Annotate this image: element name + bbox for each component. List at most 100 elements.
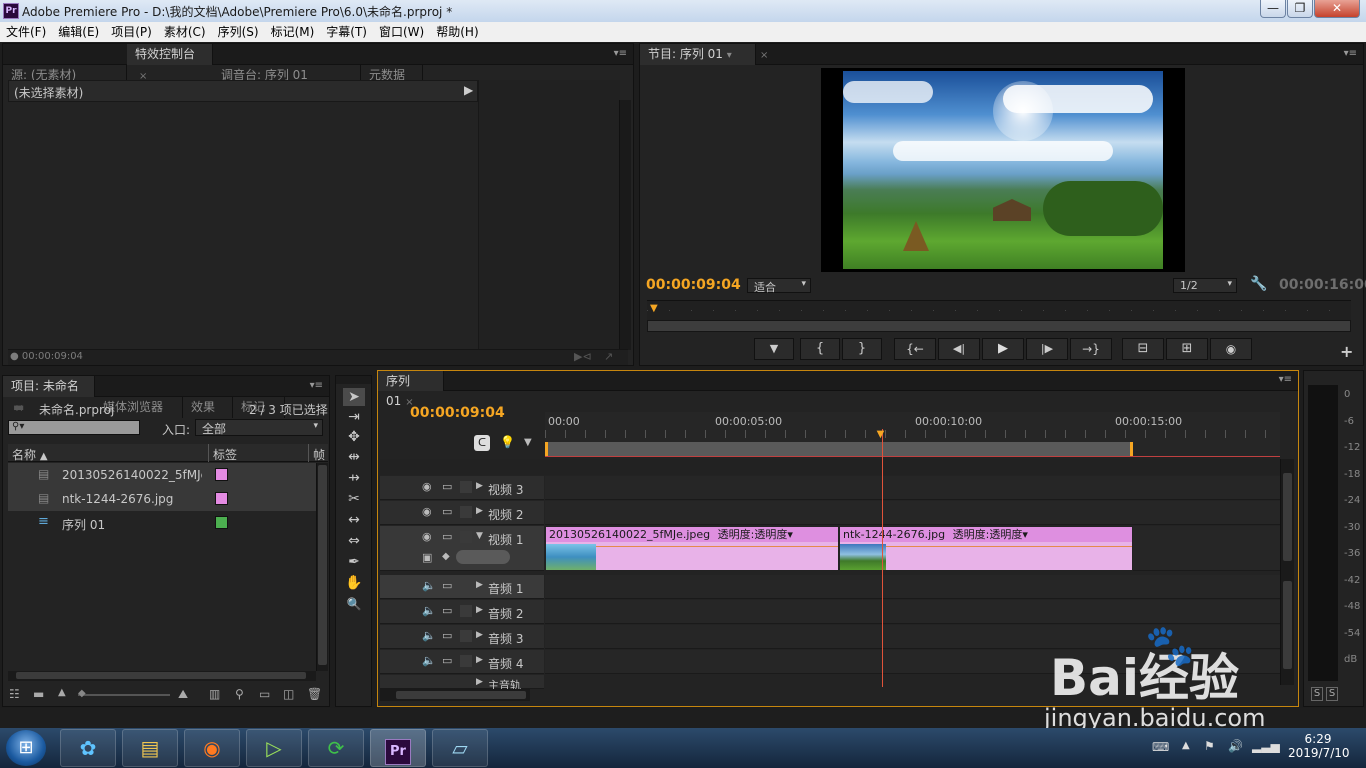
column-divider[interactable] (308, 444, 309, 462)
panel-menu-icon[interactable]: ▾≡ (1279, 374, 1292, 385)
zoom-out-icon[interactable]: ▲ (58, 687, 66, 698)
column-name[interactable]: 名称 ▲ (12, 446, 48, 463)
speaker-icon[interactable]: 🔈 (422, 629, 436, 643)
close-icon[interactable]: × (760, 50, 768, 61)
add-marker-button[interactable]: ▼ (754, 338, 794, 360)
show-hidden-icons[interactable]: ▲ (1182, 740, 1190, 751)
step-back-button[interactable]: ◀| (938, 338, 980, 360)
track-header-audio-4[interactable]: 🔈 ▭ ▶ 音频 4 (380, 650, 544, 674)
vertical-scrollbar[interactable] (619, 100, 631, 350)
scrollbar-thumb[interactable] (1283, 581, 1292, 669)
minimize-button[interactable]: — (1260, 0, 1286, 18)
display-style-icon[interactable]: ▣ (422, 551, 432, 564)
sync-lock-box[interactable] (460, 506, 472, 518)
lock-icon[interactable]: ▭ (442, 654, 456, 668)
snap-icon[interactable]: ᑕ (474, 435, 490, 451)
hand-tool-icon[interactable]: ✋ (343, 574, 365, 592)
go-to-out-button[interactable]: →} (1070, 338, 1112, 360)
timeline-clip[interactable]: 20130526140022_5fMJe.jpeg 透明度:透明度▾ (545, 526, 839, 571)
lock-icon[interactable]: ▭ (442, 629, 456, 643)
track-select-tool-icon[interactable]: ⇥ (343, 408, 365, 426)
action-center-icon[interactable]: ⚑ (1204, 739, 1215, 753)
loop-icon[interactable]: ↗ (604, 350, 613, 363)
lock-icon[interactable]: ▭ (442, 505, 456, 519)
keyboard-icon[interactable]: ⌨ (1152, 740, 1169, 754)
close-button[interactable]: ✕ (1314, 0, 1360, 18)
work-area-bar[interactable] (545, 442, 1133, 456)
wrench-icon[interactable]: 🔧 (1250, 276, 1267, 292)
track-header-video-2[interactable]: ◉ ▭ ▶ 视频 2 (380, 501, 544, 525)
automate-to-sequence-icon[interactable]: ▥ (209, 687, 220, 701)
track-header-master[interactable]: ▶ 主音轨 (380, 675, 544, 689)
selection-tool-icon[interactable]: ➤ (343, 388, 365, 406)
tab-effects[interactable]: 效果 (183, 397, 233, 418)
expand-triangle-icon[interactable]: ▶ (476, 580, 483, 590)
monitor-zoom-bar[interactable] (647, 320, 1351, 332)
solo-button[interactable]: S (1326, 687, 1338, 701)
export-frame-button[interactable]: ◉ (1210, 338, 1252, 360)
track-header-audio-1[interactable]: 🔈 ▭ ▶ 音频 1 (380, 575, 544, 599)
extract-button[interactable]: ⊞ (1166, 338, 1208, 360)
menu-window[interactable]: 窗口(W) (373, 22, 430, 42)
column-divider[interactable] (208, 444, 209, 462)
panel-menu-icon[interactable]: ▾≡ (310, 380, 323, 391)
project-item[interactable]: ▤ 20130526140022_5fMJe.jpeg (8, 463, 316, 487)
speaker-icon[interactable]: 🔈 (422, 654, 436, 668)
menu-project[interactable]: 项目(P) (105, 22, 158, 42)
lock-icon[interactable]: ▭ (442, 579, 456, 593)
timeline-clip[interactable]: ntk-1244-2676.jpg 透明度:透明度▾ (839, 526, 1133, 571)
explorer-icon[interactable]: ▤ (122, 729, 178, 767)
mark-out-button[interactable]: } (842, 338, 882, 360)
vertical-scrollbar[interactable] (1280, 459, 1294, 685)
new-bin-icon[interactable]: ▭ (259, 687, 270, 701)
track-lane-audio-4[interactable] (545, 650, 1280, 674)
keyframe-icon[interactable]: 💡 (500, 435, 515, 449)
list-view-icon[interactable]: ☷ (9, 687, 20, 701)
eye-icon[interactable]: ◉ (422, 530, 436, 544)
menu-marker[interactable]: 标记(M) (265, 22, 321, 42)
track-header-audio-2[interactable]: 🔈 ▭ ▶ 音频 2 (380, 600, 544, 624)
sync-lock-box[interactable] (460, 481, 472, 493)
expand-triangle-icon[interactable]: ▶ (476, 481, 483, 491)
track-lane-audio-2[interactable] (545, 600, 1280, 624)
sync-lock-box[interactable] (460, 655, 472, 667)
track-lane-video-3[interactable] (545, 476, 1280, 500)
in-point-select[interactable]: 全部 ▾ (195, 419, 323, 436)
tab-sequence[interactable]: 序列 01 × (378, 371, 444, 408)
volume-icon[interactable]: 🔊 (1228, 739, 1243, 753)
collapse-triangle-icon[interactable]: ▼ (476, 531, 483, 541)
menu-clip[interactable]: 素材(C) (158, 22, 212, 42)
panel-menu-icon[interactable]: ▾≡ (1344, 48, 1357, 59)
tab-effect-controls[interactable]: 特效控制台× (127, 44, 213, 82)
vertical-scrollbar[interactable] (316, 463, 328, 671)
zoom-tool-icon[interactable]: 🔍 (343, 595, 365, 613)
track-lane-audio-3[interactable] (545, 625, 1280, 649)
network-icon[interactable]: ▂▃▅ (1252, 739, 1280, 753)
expand-triangle-icon[interactable]: ▶ (476, 605, 483, 615)
speaker-icon[interactable]: 🔈 (422, 579, 436, 593)
eye-icon[interactable]: ◉ (422, 480, 436, 494)
solo-button[interactable]: S (1311, 687, 1323, 701)
new-item-icon[interactable]: ◫ (283, 687, 294, 701)
go-to-in-button[interactable]: {← (894, 338, 936, 360)
media-center-icon[interactable]: ✿ (60, 729, 116, 767)
menu-edit[interactable]: 编辑(E) (52, 22, 105, 42)
zoom-in-icon[interactable]: ⛰ (178, 687, 188, 702)
menu-file[interactable]: 文件(F) (0, 22, 52, 42)
expand-triangle-icon[interactable]: ▶ (476, 677, 483, 687)
lock-icon[interactable]: ▭ (442, 530, 456, 544)
rate-stretch-tool-icon[interactable]: ⇸ (343, 469, 365, 487)
start-icon[interactable]: ⊞ (6, 730, 46, 766)
lock-icon[interactable]: ▭ (442, 604, 456, 618)
rolling-edit-tool-icon[interactable]: ⇹ (343, 448, 365, 466)
firefox-icon[interactable]: ◉ (184, 729, 240, 767)
horizontal-scrollbar[interactable] (8, 671, 316, 681)
resolution-select[interactable]: 1/2 ▾ (1173, 278, 1237, 293)
step-forward-button[interactable]: |▶ (1026, 338, 1068, 360)
update-icon[interactable]: ⟳ (308, 729, 364, 767)
track-lane-video-1[interactable]: 20130526140022_5fMJe.jpeg 透明度:透明度▾ ntk-1… (545, 526, 1280, 571)
speaker-icon[interactable]: 🔈 (422, 604, 436, 618)
icon-view-icon[interactable]: ▬ (33, 687, 44, 701)
premiere-icon[interactable]: Pr (370, 729, 426, 767)
play-button[interactable]: ▶ (982, 338, 1024, 360)
